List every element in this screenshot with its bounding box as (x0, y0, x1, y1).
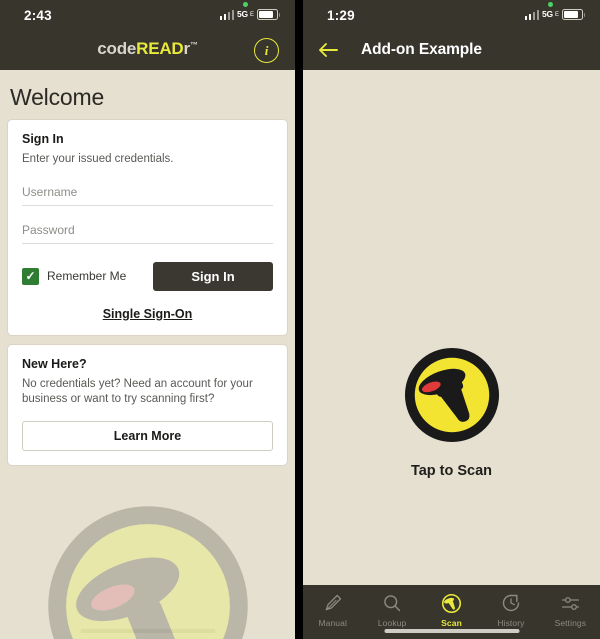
signal-bars-icon (524, 9, 540, 20)
back-arrow-icon[interactable] (318, 40, 338, 60)
screenshot-stage: 2:43 5G E codeREADr™ i Welcome Sign In E… (0, 0, 600, 639)
barcode-scanner-icon[interactable] (403, 346, 501, 444)
remember-me-toggle[interactable]: ✓ Remember Me (22, 267, 127, 285)
tab-label: Lookup (377, 618, 407, 628)
sliders-icon (559, 592, 581, 614)
new-here-card: New Here? No credentials yet? Need an ac… (7, 343, 288, 466)
tab-history[interactable]: History (481, 592, 540, 628)
nav-header: Add-on Example (303, 30, 600, 70)
tab-label: Scan (441, 618, 462, 628)
sign-in-subtitle: Enter your issued credentials. (22, 153, 174, 165)
right-status-bar: 1:29 5G E (303, 0, 600, 30)
scan-screen-body: Tap to Scan (303, 70, 600, 585)
battery-icon (562, 9, 585, 20)
trademark-symbol: ™ (189, 40, 198, 50)
left-phone-screen: 2:43 5G E codeREADr™ i Welcome Sign In E… (0, 0, 295, 639)
sign-in-card: Sign In Enter your issued credentials. U… (7, 119, 288, 336)
status-time: 1:29 (327, 8, 355, 23)
brand-part-read: READ (136, 39, 184, 58)
learn-more-button[interactable]: Learn More (22, 420, 273, 451)
tab-label: Settings (554, 618, 587, 628)
scanner-icon (441, 592, 463, 614)
tab-scan[interactable]: Scan (422, 592, 481, 628)
network-type-label: 5G (542, 9, 553, 20)
tap-to-scan-area[interactable]: Tap to Scan (303, 346, 600, 479)
right-phone-screen: 1:29 5G E Add-on Example Tap to Scan Man… (303, 0, 600, 639)
tab-label: History (497, 618, 525, 628)
history-icon (500, 592, 522, 614)
tap-to-scan-label: Tap to Scan (410, 463, 493, 479)
left-status-bar: 2:43 5G E (0, 0, 295, 30)
sign-in-actions-row: ✓ Remember Me Sign In (22, 261, 273, 291)
status-icons: 5G E (219, 7, 280, 22)
new-here-body: No credentials yet? Need an account for … (22, 377, 253, 406)
network-type-sub: E (249, 11, 254, 18)
username-input[interactable]: Username (22, 185, 273, 206)
network-type-sub: E (554, 11, 559, 18)
remember-me-label: Remember Me (47, 269, 127, 284)
sign-in-button[interactable]: Sign In (153, 261, 273, 291)
page-title: Welcome (10, 84, 105, 110)
nav-title: Add-on Example (361, 41, 482, 58)
info-icon[interactable]: i (254, 38, 279, 63)
sign-in-title: Sign In (22, 132, 64, 146)
battery-icon (257, 9, 280, 20)
single-sign-on-link[interactable]: Single Sign-On (22, 307, 273, 321)
tab-manual[interactable]: Manual (303, 592, 362, 628)
app-header: codeREADr™ i (0, 30, 295, 70)
network-type-label: 5G (237, 9, 248, 20)
password-input[interactable]: Password (22, 223, 273, 244)
status-time: 2:43 (24, 8, 52, 23)
scanner-watermark-icon (47, 506, 248, 639)
status-icons: 5G E (524, 7, 585, 22)
new-here-title: New Here? (22, 356, 87, 371)
tab-settings[interactable]: Settings (541, 592, 600, 628)
search-icon (381, 592, 403, 614)
home-indicator-right (384, 629, 519, 633)
remember-me-checkbox[interactable]: ✓ (22, 267, 39, 285)
brand-part-code: code (97, 39, 137, 58)
left-screen-body: Welcome Sign In Enter your issued creden… (0, 70, 295, 639)
pencil-icon (322, 592, 344, 614)
signal-bars-icon (219, 9, 235, 20)
tab-label: Manual (318, 618, 347, 628)
codereadr-logo: codeREADr™ (0, 39, 295, 59)
tab-lookup[interactable]: Lookup (362, 592, 421, 628)
